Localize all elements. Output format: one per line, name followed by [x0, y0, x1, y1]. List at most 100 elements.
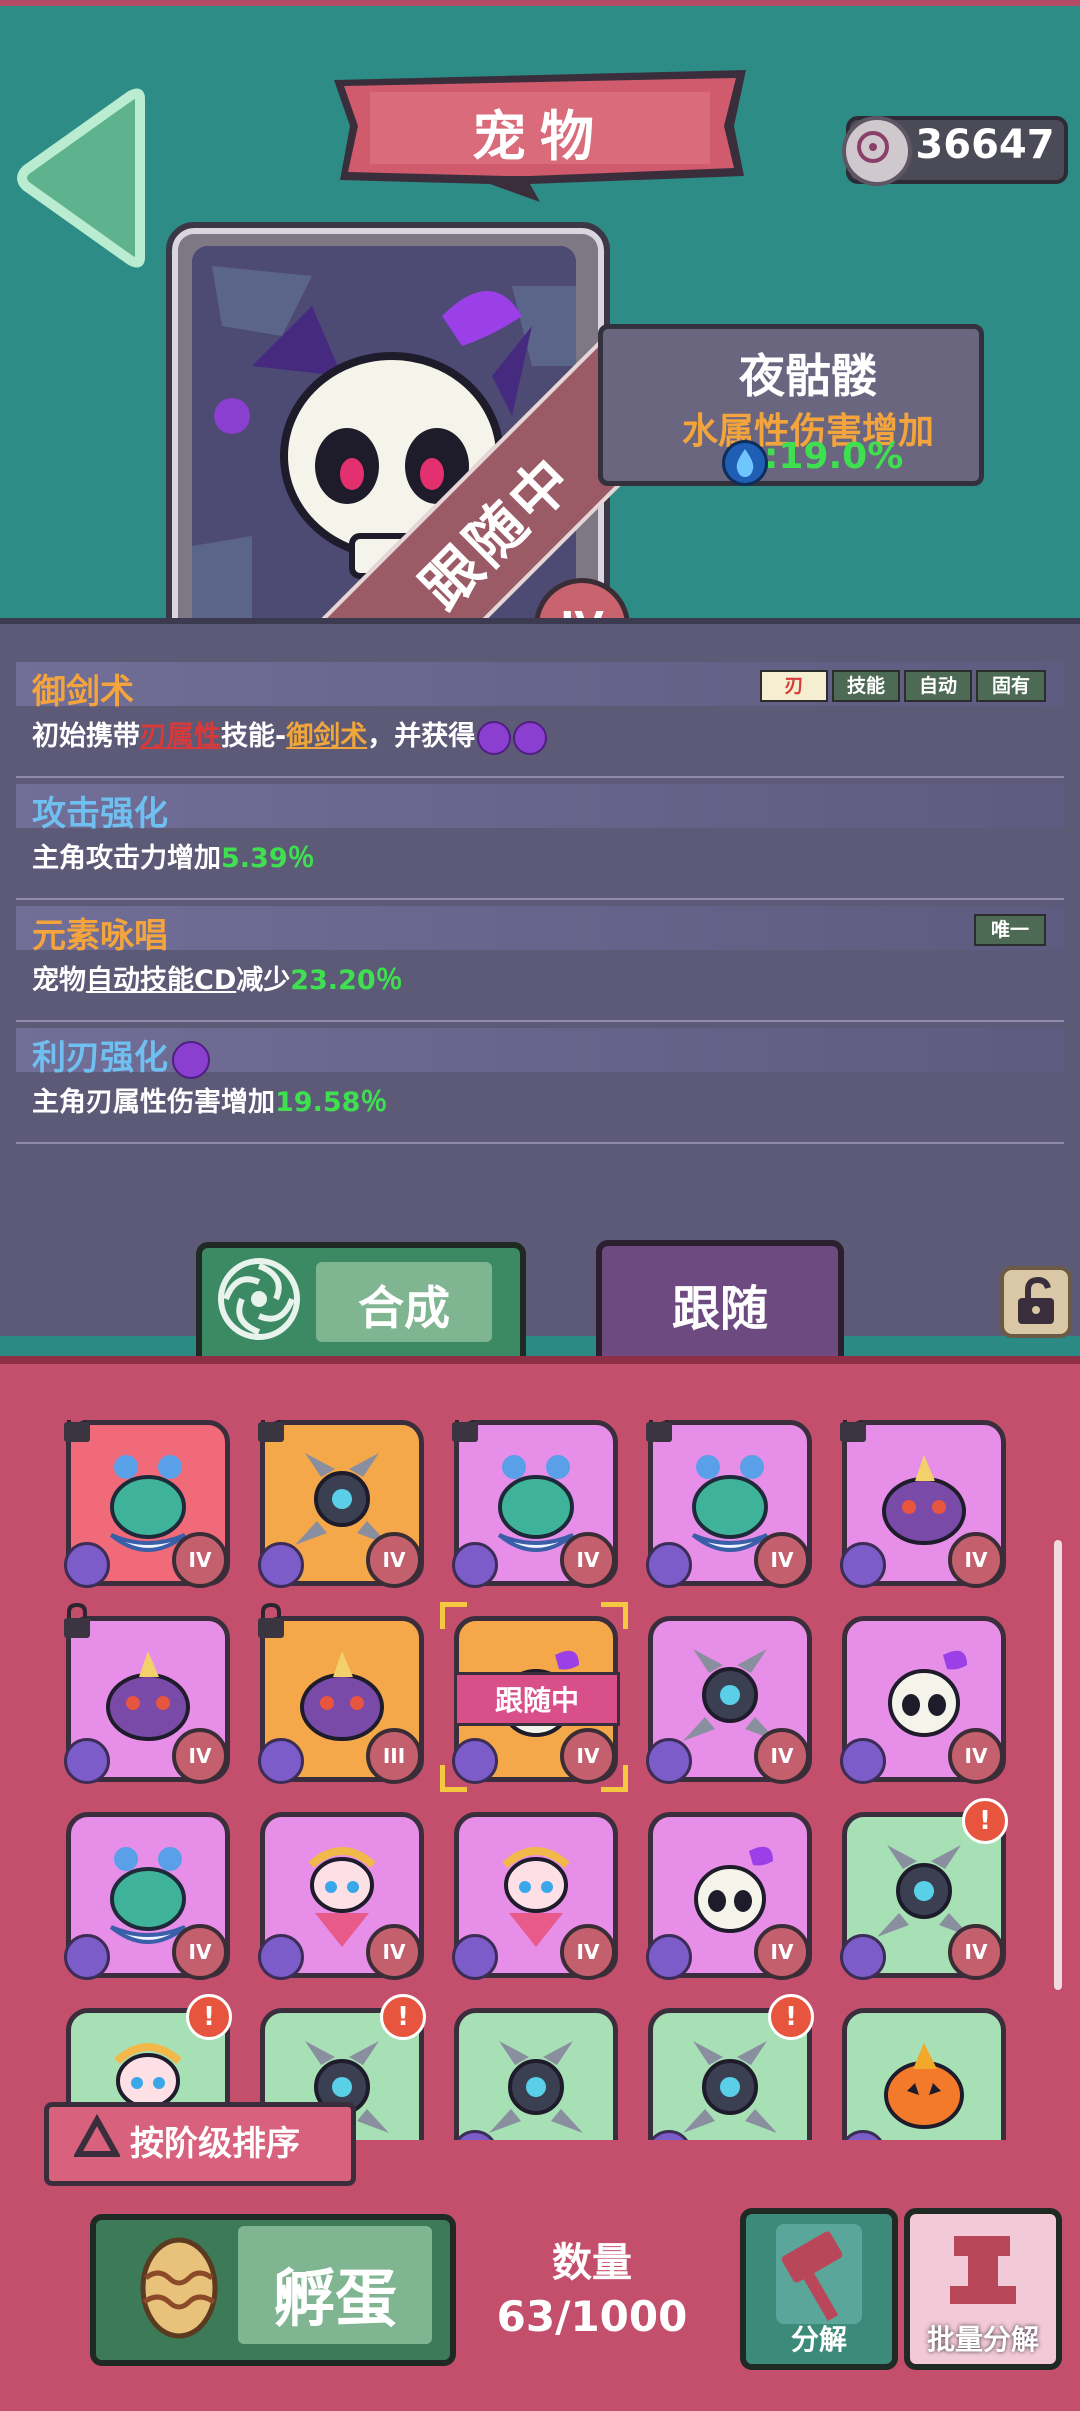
- skill-title: 御剑术: [32, 672, 134, 712]
- desc-text: 主角刃属性伤害增加: [32, 1087, 275, 1118]
- swirl-icon: [477, 720, 512, 755]
- skill-tag-unique: 唯一: [974, 914, 1046, 946]
- inventory-grid: IV IV IV IV IV IV III IV 跟随中 IV IV IV IV IV IV IV!!!!: [0, 1420, 1080, 2140]
- pet-slot[interactable]: III: [258, 1602, 424, 1784]
- count-value: 63/1000: [496, 2292, 688, 2341]
- sort-triangle-icon: [74, 2114, 120, 2157]
- desc-keyword: 自动技能CD: [86, 965, 237, 996]
- follow-label: 跟随: [671, 1281, 768, 1337]
- pet-slot[interactable]: IV: [646, 1812, 812, 1980]
- anvil-icon: [950, 2236, 1016, 2304]
- skill-title-text: 利刃强化: [32, 1038, 168, 1078]
- pet-art: [489, 2041, 583, 2133]
- skill-description: 宠物自动技能CD减少23.20％: [32, 958, 403, 997]
- skill-divider: [16, 898, 1064, 900]
- skill-title: 元素咏唱: [32, 916, 168, 956]
- skill-divider: [16, 1020, 1064, 1022]
- lock-icon: [258, 1420, 284, 1442]
- pet-slot[interactable]: IV: [452, 1420, 618, 1588]
- lock-icon: [64, 1602, 90, 1638]
- pet-tier-badge: IV: [948, 1728, 1004, 1784]
- pet-slot[interactable]: IV: [840, 1616, 1006, 1784]
- pet-tier-badge: IV: [172, 1728, 228, 1784]
- desc-text: 宠物: [32, 965, 86, 996]
- pet-slot[interactable]: IV 跟随中: [440, 1602, 628, 1792]
- pet-tier-badge: IV: [560, 1532, 616, 1588]
- skill-header: [16, 784, 1064, 828]
- hatch-label: 孵蛋: [272, 2262, 397, 2335]
- selection-corner: [440, 1602, 467, 1629]
- alert-icon: !: [186, 1994, 232, 2040]
- element-icon: [646, 1934, 692, 1980]
- desc-text: 减少: [236, 965, 291, 996]
- element-icon: [840, 1934, 886, 1980]
- desc-skill-name: 御剑术: [286, 721, 368, 752]
- pet-slot[interactable]: IV: [258, 1812, 424, 1980]
- sort-label: 按阶级排序: [130, 2124, 300, 2164]
- element-icon: [64, 1738, 110, 1784]
- pet-following-tag: 跟随中: [454, 1672, 620, 1726]
- skill-divider: [16, 1142, 1064, 1144]
- hammer-icon: [776, 2224, 862, 2324]
- skill-description: 主角刃属性伤害增加19.58％: [32, 1080, 387, 1119]
- pet-slot[interactable]: IV: [64, 1602, 230, 1784]
- element-icon: [646, 1738, 692, 1784]
- skill-description: 主角攻击力增加5.39％: [32, 836, 315, 875]
- element-icon: [64, 1934, 110, 1980]
- skill-header: [16, 906, 1064, 950]
- lock-icon: [64, 1420, 90, 1442]
- skill-divider: [16, 776, 1064, 778]
- egg-icon: [140, 2237, 218, 2339]
- skill-title: 攻击强化: [32, 794, 168, 834]
- element-icon: [840, 1738, 886, 1784]
- count-label: 数量: [552, 2240, 632, 2286]
- coin-icon: [842, 116, 912, 186]
- skill-tag-blade: 刃: [760, 670, 828, 702]
- pet-slot[interactable]: IV: [452, 1812, 618, 1980]
- pet-slot[interactable]: IV: [646, 1616, 812, 1784]
- desc-value: 5.39％: [221, 843, 315, 874]
- pet-tier-badge: IV: [172, 1924, 228, 1980]
- pet-slot[interactable]: [452, 2008, 618, 2140]
- desc-element: 刃属性: [140, 721, 221, 752]
- selection-corner: [601, 1765, 628, 1792]
- pet-slot[interactable]: !: [646, 1994, 814, 2140]
- pet-tier-badge: III: [366, 1728, 422, 1784]
- element-icon: [64, 1542, 110, 1588]
- lock-icon: [452, 1420, 478, 1442]
- decompose-label: 分解: [790, 2323, 847, 2356]
- pet-slot[interactable]: IV!: [840, 1798, 1008, 1980]
- pet-art: [884, 2043, 964, 2129]
- element-icon: [452, 1542, 498, 1588]
- pet-tier-badge: IV: [948, 1924, 1004, 1980]
- pet-tier-badge: IV: [366, 1532, 422, 1588]
- pet-slot[interactable]: [840, 2008, 1006, 2140]
- desc-text: 主角攻击力增加: [32, 843, 221, 874]
- pet-tier-badge: IV: [754, 1532, 810, 1588]
- pet-slot[interactable]: IV: [64, 1812, 230, 1980]
- inventory-scrollbar[interactable]: [1054, 1540, 1062, 1990]
- lock-icon: [840, 1420, 866, 1442]
- batch-decompose-label: 批量分解: [926, 2323, 1039, 2356]
- pet-slot[interactable]: IV: [64, 1420, 230, 1588]
- alert-icon: !: [380, 1994, 426, 2040]
- pet-slot[interactable]: IV: [258, 1420, 424, 1588]
- merge-label: 合成: [358, 1281, 450, 1335]
- desc-text: ，并获得: [367, 721, 476, 752]
- pet-tier-badge: IV: [560, 1924, 616, 1980]
- pet-slot[interactable]: IV: [840, 1420, 1006, 1588]
- swirl-icon: [513, 720, 548, 755]
- element-icon: [258, 1542, 304, 1588]
- element-icon: [258, 1738, 304, 1784]
- lock-icon: [258, 1602, 284, 1638]
- lock-icon[interactable]: [1000, 1266, 1072, 1338]
- element-icon: [452, 1934, 498, 1980]
- pet-name: 夜骷髅: [739, 349, 877, 403]
- follow-button[interactable]: 跟随: [596, 1240, 844, 1368]
- currency-value: 36647: [915, 122, 1055, 168]
- back-arrow-icon[interactable]: [12, 88, 152, 268]
- pet-slot[interactable]: IV: [646, 1420, 812, 1588]
- element-icon: [840, 1542, 886, 1588]
- swirl-icon: [172, 1040, 210, 1079]
- pet-tier-badge: IV: [754, 1924, 810, 1980]
